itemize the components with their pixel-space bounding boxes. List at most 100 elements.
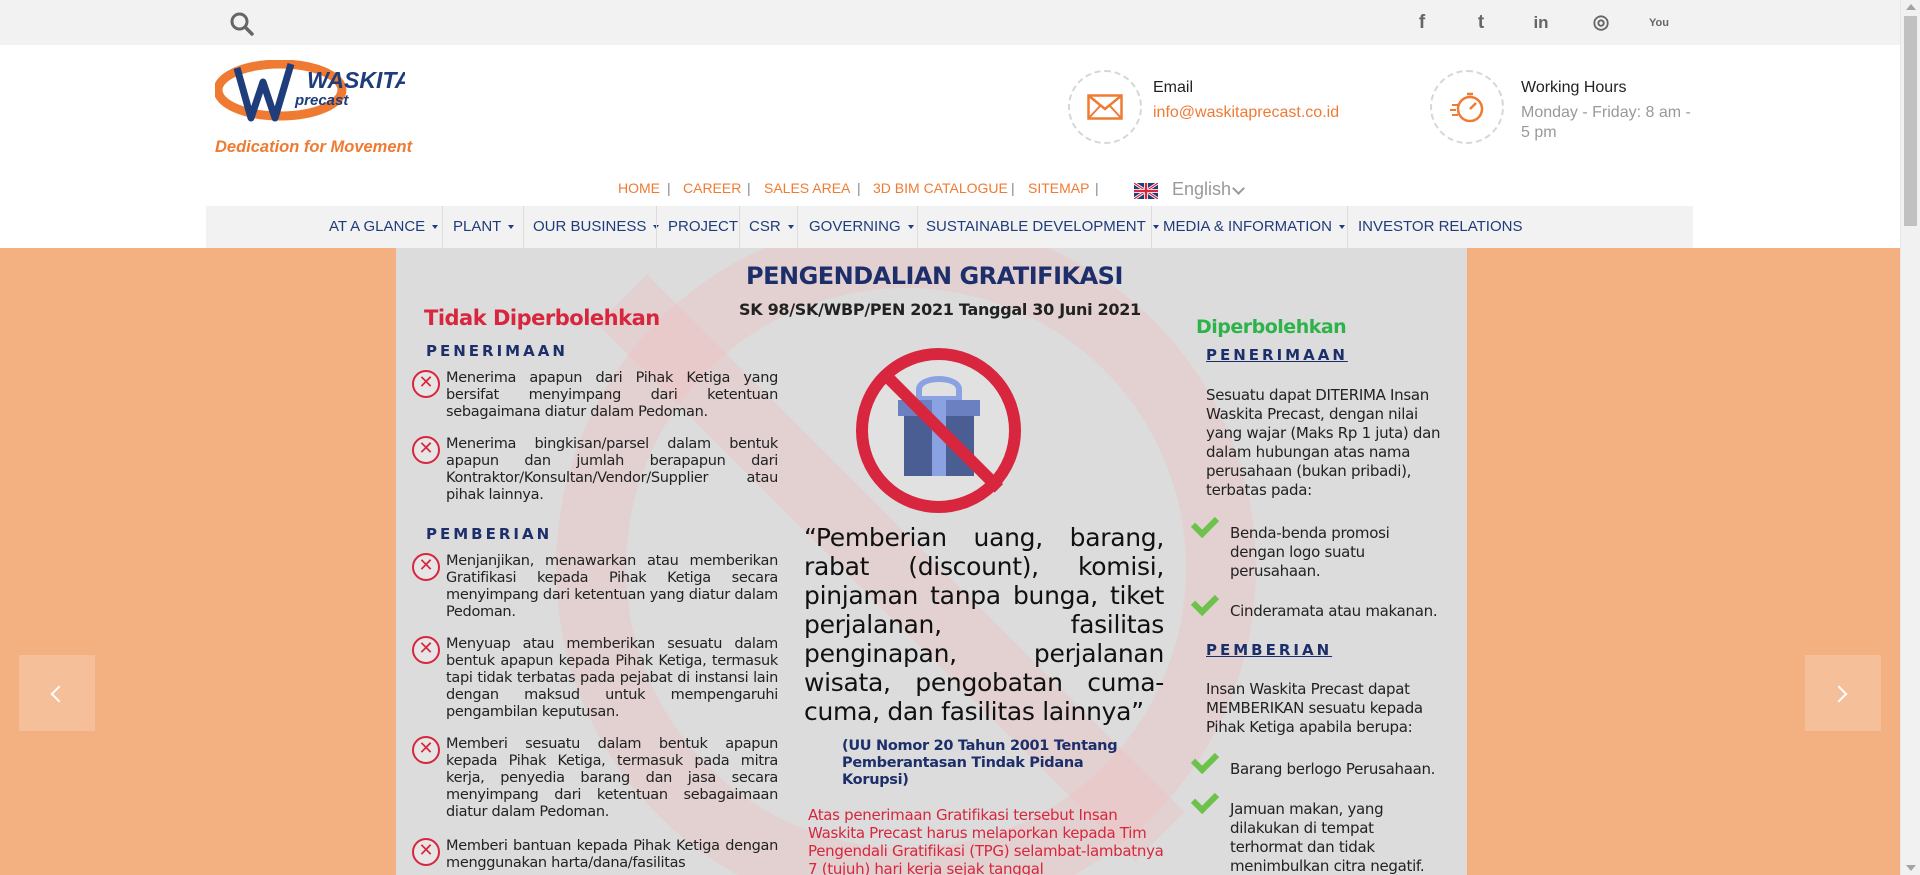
nav-label: PROJECT xyxy=(668,218,739,235)
twitter-icon[interactable]: t xyxy=(1470,12,1492,34)
nav-media-information[interactable]: MEDIA & INFORMATION xyxy=(1163,206,1345,248)
caret-down-icon xyxy=(907,225,914,230)
nav-label: SUSTAINABLE DEVELOPMENT xyxy=(926,218,1146,235)
scroll-down-arrow[interactable] xyxy=(1906,865,1916,871)
x-circle-icon: ✕ xyxy=(412,553,440,581)
x-circle-icon: ✕ xyxy=(412,436,440,464)
separator: | xyxy=(747,180,751,196)
utility-link-3d-bim-catalogue[interactable]: 3D BIM CATALOGUE xyxy=(873,180,1008,196)
caret-down-icon xyxy=(787,225,794,230)
giving-subheading: PEMBERIAN xyxy=(426,525,553,543)
nav-label: MEDIA & INFORMATION xyxy=(1163,218,1332,235)
slider-next-button[interactable] xyxy=(1805,655,1881,731)
law-reference: (UU Nomor 20 Tahun 2001 Tentang Pemberan… xyxy=(842,738,1118,788)
nav-divider xyxy=(797,206,798,248)
stopwatch-icon xyxy=(1450,92,1484,123)
instagram-icon[interactable]: ◎ xyxy=(1590,12,1612,34)
nav-sustainable-development[interactable]: SUSTAINABLE DEVELOPMENT xyxy=(926,206,1159,248)
nav-divider xyxy=(523,206,524,248)
allowed-receive-intro: Sesuatu dapat DITERIMA Insan Waskita Pre… xyxy=(1206,386,1441,499)
list-item-text: Menerima apapun dari Pihak Ketiga yang b… xyxy=(446,370,778,420)
clock-icon-circle xyxy=(1430,70,1504,144)
top-bar: f t in ◎ You xyxy=(0,0,1900,45)
page-scrollbar[interactable] xyxy=(1900,0,1920,875)
nav-divider xyxy=(1151,206,1152,248)
nav-divider xyxy=(739,206,740,248)
allowed-give-intro: Insan Waskita Precast dapat MEMBERIKAN s… xyxy=(1206,680,1423,736)
tpg-reporting-note: Atas penerimaan Gratifikasi tersebut Ins… xyxy=(808,806,1164,875)
no-gift-icon xyxy=(856,348,1021,513)
list-item-text: Menyuap atau memberikan sesuatu dalam be… xyxy=(446,636,778,720)
poster-title: PENGENDALIAN GRATIFIKASI xyxy=(746,262,1123,290)
caret-down-icon xyxy=(1338,225,1345,230)
list-item-text: Jamuan makan, yang dilakukan di tempat t… xyxy=(1230,800,1425,875)
not-allowed-heading: Tidak Diperbolehkan xyxy=(424,306,660,330)
check-icon xyxy=(1193,516,1219,532)
email-title: Email xyxy=(1153,79,1194,96)
nav-at-a-glance[interactable]: AT A GLANCE xyxy=(329,206,439,248)
caret-down-icon xyxy=(1152,225,1159,230)
nav-divider xyxy=(442,206,443,248)
facebook-icon[interactable]: f xyxy=(1411,12,1433,34)
giving-subheading: PEMBERIAN xyxy=(1206,641,1333,659)
chevron-right-icon xyxy=(1830,685,1848,703)
chevron-left-icon xyxy=(50,685,68,703)
search-icon[interactable] xyxy=(229,11,255,37)
receiving-subheading: PENERIMAAN xyxy=(426,342,568,360)
nav-our-business[interactable]: OUR BUSINESS xyxy=(533,206,660,248)
waskita-precast-logo: WASKITA precast xyxy=(213,59,411,122)
poster-subtitle: SK 98/SK/WBP/PEN 2021 Tanggal 30 Juni 20… xyxy=(739,300,1141,319)
caret-down-icon xyxy=(432,225,439,230)
list-item-text: Benda-benda promosi dengan logo suatu pe… xyxy=(1230,524,1390,580)
x-circle-icon: ✕ xyxy=(412,636,440,664)
check-icon xyxy=(1193,594,1219,610)
list-item-text: Cinderamata atau makanan. xyxy=(1230,602,1438,620)
list-item-text: Menerima bingkisan/parsel dalam bentuk a… xyxy=(446,436,778,503)
company-logo[interactable]: WASKITA precast Dedication for Movement xyxy=(213,59,435,160)
check-icon xyxy=(1193,752,1219,768)
utility-link-career[interactable]: CAREER xyxy=(683,180,741,196)
list-item-text: Memberi bantuan kepada Pihak Ketiga deng… xyxy=(446,838,778,871)
nav-project[interactable]: PROJECT xyxy=(668,206,738,248)
x-circle-icon: ✕ xyxy=(412,370,440,398)
nav-label: PLANT xyxy=(453,218,502,235)
list-item-text: Memberi sesuatu dalam bentuk apapun kepa… xyxy=(446,736,778,820)
svg-text:WASKITA: WASKITA xyxy=(307,67,405,93)
nav-label: AT A GLANCE xyxy=(329,218,426,235)
envelope-icon xyxy=(1087,94,1123,120)
separator: | xyxy=(667,180,671,196)
nav-divider xyxy=(656,206,657,248)
email-link[interactable]: info@waskitaprecast.co.id xyxy=(1153,103,1339,123)
nav-label: GOVERNING xyxy=(809,218,901,235)
nav-csr[interactable]: CSR xyxy=(749,206,794,248)
utility-link-sitemap[interactable]: SITEMAP xyxy=(1028,180,1089,196)
caret-down-icon xyxy=(508,225,515,230)
nav-label: CSR xyxy=(749,218,781,235)
gratification-definition-quote: “Pemberian uang, barang, rabat (discount… xyxy=(804,523,1164,726)
utility-link-sales-area[interactable]: SALES AREA xyxy=(764,180,850,196)
nav-plant[interactable]: PLANT xyxy=(453,206,515,248)
nav-governing[interactable]: GOVERNING xyxy=(809,206,914,248)
x-circle-icon: ✕ xyxy=(412,736,440,764)
receiving-subheading: PENERIMAAN xyxy=(1206,346,1348,364)
nav-label: INVESTOR RELATIONS xyxy=(1358,218,1523,235)
nav-label: OUR BUSINESS xyxy=(533,218,647,235)
allowed-heading: Diperbolehkan xyxy=(1196,316,1347,338)
linkedin-icon[interactable]: in xyxy=(1530,12,1552,34)
separator: | xyxy=(1011,180,1015,196)
nav-investor-relations[interactable]: INVESTOR RELATIONS xyxy=(1358,206,1522,248)
utility-link-home[interactable]: HOME xyxy=(618,180,660,196)
logo-tagline: Dedication for Movement xyxy=(215,138,413,156)
svg-text:precast: precast xyxy=(294,92,349,109)
youtube-icon[interactable]: You xyxy=(1648,12,1670,34)
scroll-up-arrow[interactable] xyxy=(1906,4,1916,10)
list-item-text: Barang berlogo Perusahaan. xyxy=(1230,760,1436,778)
scroll-thumb[interactable] xyxy=(1904,16,1917,226)
gift-bow xyxy=(916,376,962,402)
slider-prev-button[interactable] xyxy=(19,655,95,731)
hero-slider: PENGENDALIAN GRATIFIKASI SK 98/SK/WBP/PE… xyxy=(0,248,1900,875)
gratification-poster: PENGENDALIAN GRATIFIKASI SK 98/SK/WBP/PE… xyxy=(396,248,1467,875)
main-navigation: AT A GLANCE PLANT OUR BUSINESS PROJECT C… xyxy=(206,206,1693,248)
uk-flag-icon xyxy=(1134,183,1158,199)
email-icon-circle xyxy=(1068,70,1142,144)
